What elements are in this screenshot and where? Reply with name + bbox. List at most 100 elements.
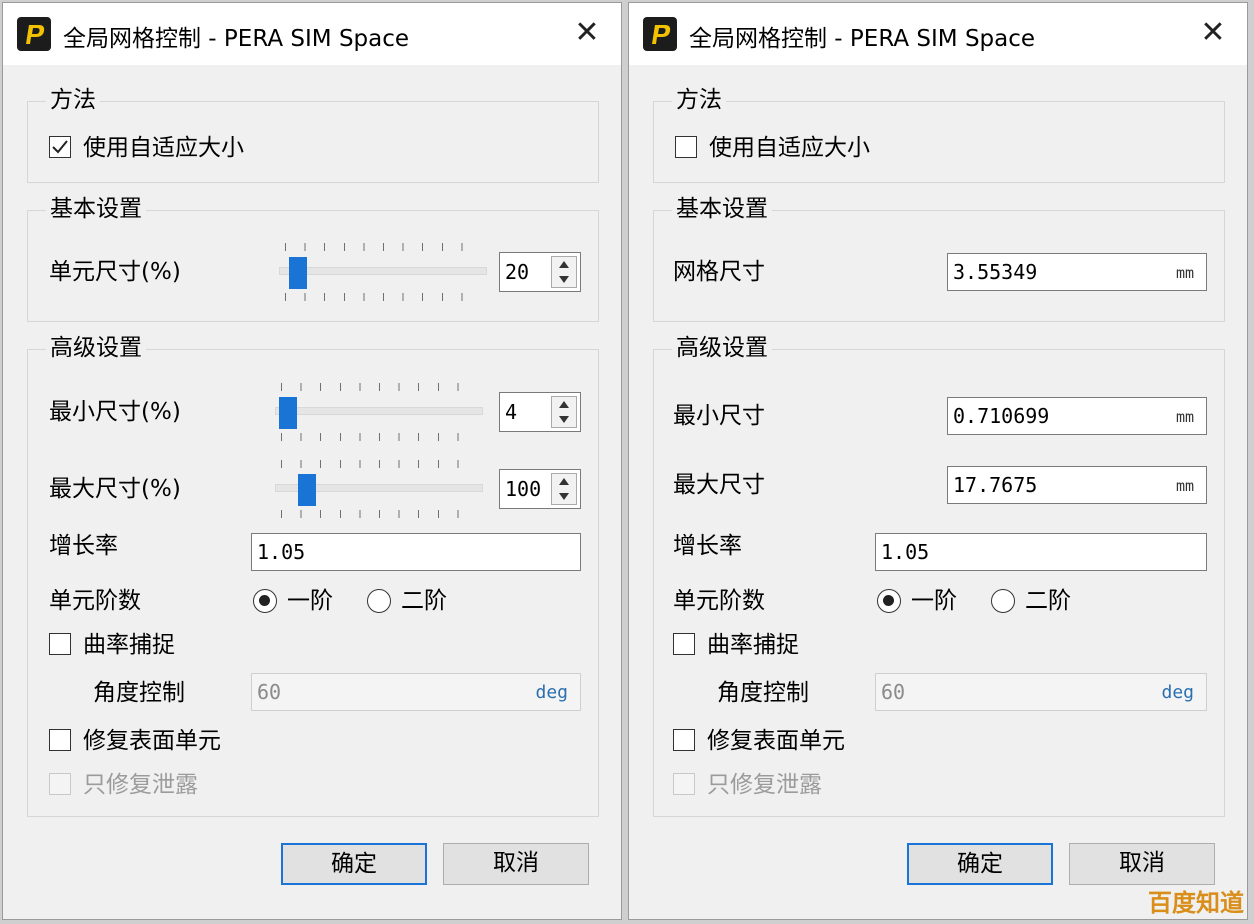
watermark: 百度知道 [1148, 889, 1244, 917]
order-first-label: 一阶 [911, 588, 957, 614]
order-second-radio[interactable] [367, 589, 391, 613]
slider-ticks [285, 293, 481, 301]
element-size-value: 20 [505, 260, 530, 284]
spin-down-icon[interactable] [552, 412, 576, 427]
min-size-spinbox[interactable]: 4 [499, 392, 581, 432]
max-size-spinbox[interactable]: 100 [499, 469, 581, 509]
ok-button[interactable]: 确定 [907, 843, 1053, 885]
mesh-size-input[interactable]: 3.55349 mm [947, 253, 1207, 291]
title-bar[interactable]: 全局网格控制 - PERA SIM Space ✕ [3, 3, 621, 65]
repair-leak-label: 只修复泄露 [83, 772, 198, 798]
max-size-unit: mm [1175, 477, 1194, 495]
element-size-slider[interactable] [279, 239, 487, 303]
spin-down-icon[interactable] [552, 272, 576, 287]
slider-ticks [281, 433, 477, 441]
element-size-spinbox[interactable]: 20 [499, 252, 581, 292]
slider-track [275, 407, 483, 415]
mesh-size-label: 网格尺寸 [673, 259, 765, 285]
angle-value: 60 [881, 680, 906, 704]
max-size-slider[interactable] [275, 456, 483, 520]
min-size-value: 4 [505, 400, 518, 424]
min-size-input[interactable]: 0.710699 mm [947, 397, 1207, 435]
spin-down-icon[interactable] [552, 489, 576, 504]
repair-leak-label: 只修复泄露 [707, 772, 822, 798]
max-size-label: 最大尺寸(%) [49, 476, 181, 502]
angle-unit: deg [535, 682, 568, 703]
repair-surface-label: 修复表面单元 [707, 728, 845, 754]
repair-surface-checkbox[interactable] [49, 729, 71, 751]
min-size-label: 最小尺寸 [673, 403, 765, 429]
basic-settings-title: 基本设置 [672, 194, 772, 224]
method-group-title: 方法 [672, 85, 726, 115]
basic-settings-title: 基本设置 [46, 194, 146, 224]
min-size-value: 0.710699 [953, 404, 1050, 428]
order-second-label: 二阶 [401, 588, 447, 614]
growth-rate-label: 增长率 [673, 533, 742, 559]
slider-ticks [281, 460, 477, 468]
spin-up-icon[interactable] [552, 397, 576, 413]
window-title: 全局网格控制 - PERA SIM Space [63, 26, 410, 52]
angle-value: 60 [257, 680, 282, 704]
growth-rate-input[interactable]: 1.05 [875, 533, 1207, 571]
slider-track [279, 267, 487, 275]
curvature-capture-label: 曲率捕捉 [83, 632, 175, 658]
slider-thumb[interactable] [298, 474, 316, 506]
order-second-radio[interactable] [991, 589, 1015, 613]
radio-selected-dot [259, 595, 270, 606]
order-second-label: 二阶 [1025, 588, 1071, 614]
pera-logo-icon [17, 17, 51, 51]
curvature-capture-label: 曲率捕捉 [707, 632, 799, 658]
curvature-capture-checkbox[interactable] [673, 633, 695, 655]
slider-ticks [281, 510, 477, 518]
max-size-input[interactable]: 17.7675 mm [947, 466, 1207, 504]
curvature-capture-checkbox[interactable] [49, 633, 71, 655]
cancel-button[interactable]: 取消 [443, 843, 589, 885]
angle-control-label: 角度控制 [717, 680, 809, 706]
slider-ticks [281, 383, 477, 391]
adaptive-size-checkbox[interactable] [49, 136, 71, 158]
radio-selected-dot [883, 595, 894, 606]
pera-logo-icon [643, 17, 677, 51]
adaptive-size-label: 使用自适应大小 [83, 135, 244, 161]
adaptive-size-checkbox[interactable] [675, 136, 697, 158]
slider-thumb[interactable] [289, 257, 307, 289]
max-size-value: 100 [505, 477, 542, 501]
method-group-title: 方法 [46, 85, 100, 115]
growth-rate-label: 增长率 [49, 533, 118, 559]
spin-up-icon[interactable] [552, 474, 576, 490]
min-size-slider[interactable] [275, 379, 483, 443]
order-first-radio[interactable] [877, 589, 901, 613]
angle-control-input[interactable]: 60 deg [875, 673, 1207, 711]
repair-leak-checkbox [49, 773, 71, 795]
angle-unit: deg [1161, 682, 1194, 703]
adaptive-size-label: 使用自适应大小 [709, 135, 870, 161]
element-order-label: 单元阶数 [49, 588, 141, 614]
checkmark-icon [52, 140, 68, 154]
spin-up-icon[interactable] [552, 257, 576, 273]
title-bar[interactable]: 全局网格控制 - PERA SIM Space ✕ [629, 3, 1247, 65]
min-size-unit: mm [1175, 408, 1194, 426]
close-icon[interactable]: ✕ [1193, 13, 1233, 53]
element-order-label: 单元阶数 [673, 588, 765, 614]
repair-leak-checkbox [673, 773, 695, 795]
max-size-value: 17.7675 [953, 473, 1038, 497]
order-first-label: 一阶 [287, 588, 333, 614]
ok-button[interactable]: 确定 [281, 843, 427, 885]
slider-ticks [285, 243, 481, 251]
growth-rate-input[interactable]: 1.05 [251, 533, 581, 571]
advanced-settings-title: 高级设置 [672, 333, 772, 363]
mesh-control-dialog-fixed: 全局网格控制 - PERA SIM Space ✕ 方法 使用自适应大小 基本设… [628, 2, 1248, 920]
mesh-control-dialog-adaptive: 全局网格控制 - PERA SIM Space ✕ 方法 使用自适应大小 基本设… [2, 2, 622, 920]
slider-thumb[interactable] [279, 397, 297, 429]
min-size-label: 最小尺寸(%) [49, 399, 181, 425]
window-title: 全局网格控制 - PERA SIM Space [689, 26, 1036, 52]
element-size-label: 单元尺寸(%) [49, 259, 181, 285]
close-icon[interactable]: ✕ [567, 13, 607, 53]
angle-control-input[interactable]: 60 deg [251, 673, 581, 711]
repair-surface-checkbox[interactable] [673, 729, 695, 751]
advanced-settings-title: 高级设置 [46, 333, 146, 363]
cancel-button[interactable]: 取消 [1069, 843, 1215, 885]
mesh-size-unit: mm [1175, 264, 1194, 282]
angle-control-label: 角度控制 [93, 680, 185, 706]
order-first-radio[interactable] [253, 589, 277, 613]
